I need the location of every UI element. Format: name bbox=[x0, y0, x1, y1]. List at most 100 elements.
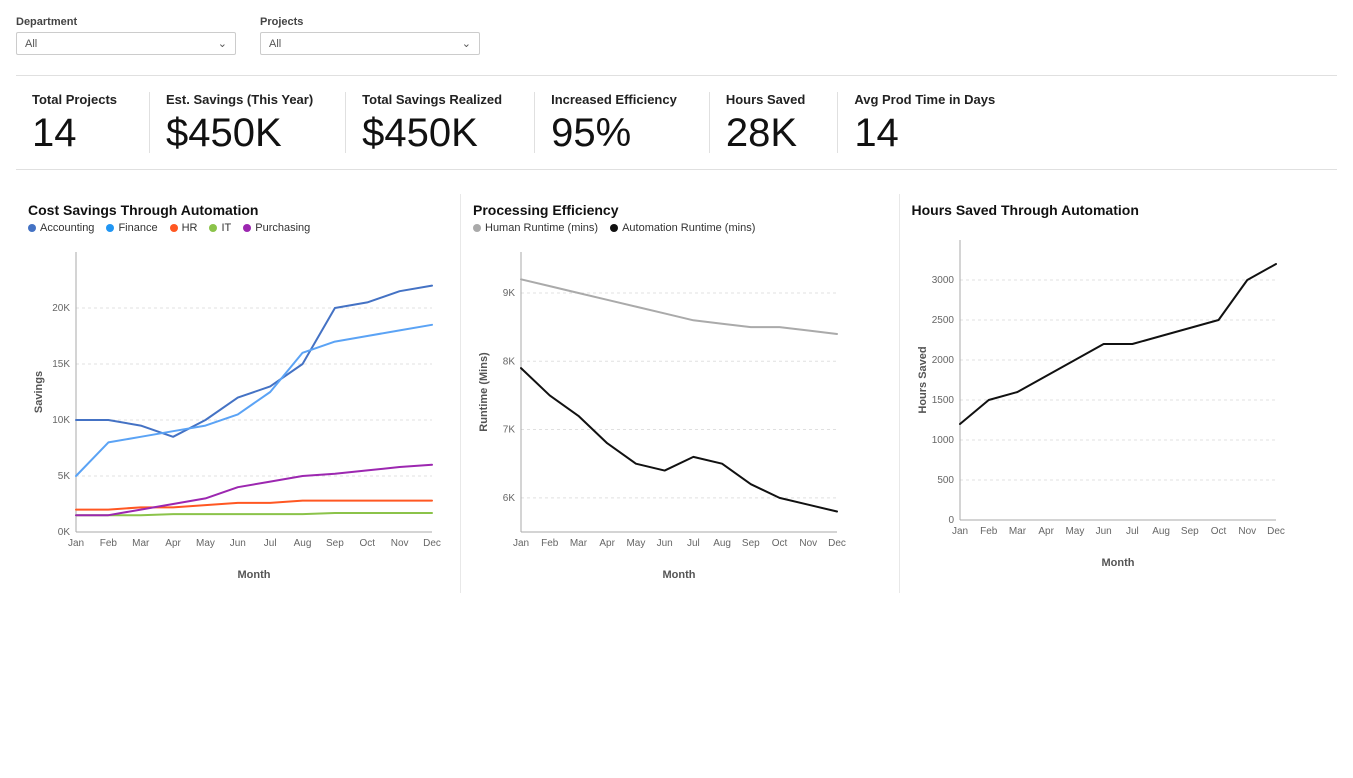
projects-filter-group: Projects All ⌄ bbox=[260, 16, 480, 55]
svg-text:Jan: Jan bbox=[951, 526, 967, 537]
svg-text:Feb: Feb bbox=[541, 538, 559, 549]
svg-text:Feb: Feb bbox=[100, 538, 118, 549]
svg-text:Jun: Jun bbox=[657, 538, 673, 549]
processing-area: 6K7K8K9KJanFebMarAprMayJunJulAugSepOctNo… bbox=[473, 242, 887, 585]
cost-savings-legend: Accounting Finance HR IT Purchasing bbox=[28, 222, 448, 234]
hours-saved-title: Hours Saved Through Automation bbox=[912, 202, 1326, 218]
svg-text:Apr: Apr bbox=[1038, 526, 1054, 537]
svg-text:Mar: Mar bbox=[570, 538, 588, 549]
kpi-label-1: Est. Savings (This Year) bbox=[166, 92, 313, 107]
legend-dot bbox=[243, 224, 251, 232]
legend-item: Human Runtime (mins) bbox=[473, 222, 598, 234]
svg-text:May: May bbox=[1065, 526, 1084, 537]
svg-text:Dec: Dec bbox=[828, 538, 846, 549]
kpi-item-0: Total Projects 14 bbox=[16, 92, 150, 153]
svg-text:Nov: Nov bbox=[391, 538, 409, 549]
legend-label: Human Runtime (mins) bbox=[485, 222, 598, 234]
svg-text:Jun: Jun bbox=[1095, 526, 1111, 537]
projects-label: Projects bbox=[260, 16, 480, 28]
cost-savings-title: Cost Savings Through Automation bbox=[28, 202, 448, 218]
processing-title: Processing Efficiency bbox=[473, 202, 887, 218]
svg-text:Jan: Jan bbox=[513, 538, 529, 549]
svg-text:Jul: Jul bbox=[687, 538, 700, 549]
svg-text:Jun: Jun bbox=[230, 538, 246, 549]
legend-item: Accounting bbox=[28, 222, 94, 234]
svg-text:6K: 6K bbox=[503, 493, 516, 504]
kpi-value-5: 14 bbox=[854, 113, 899, 153]
legend-label: Accounting bbox=[40, 222, 94, 234]
svg-text:Dec: Dec bbox=[423, 538, 441, 549]
legend-item: Purchasing bbox=[243, 222, 310, 234]
svg-text:Jul: Jul bbox=[264, 538, 277, 549]
legend-dot bbox=[209, 224, 217, 232]
svg-text:Savings: Savings bbox=[33, 371, 45, 413]
dashboard: Department All ⌄ Projects All ⌄ Total Pr… bbox=[0, 0, 1353, 778]
svg-text:Month: Month bbox=[663, 569, 696, 581]
kpi-label-5: Avg Prod Time in Days bbox=[854, 92, 995, 107]
kpi-item-1: Est. Savings (This Year) $450K bbox=[150, 92, 346, 153]
legend-label: IT bbox=[221, 222, 231, 234]
kpi-value-0: 14 bbox=[32, 113, 77, 153]
svg-text:Jul: Jul bbox=[1125, 526, 1138, 537]
svg-text:Oct: Oct bbox=[1210, 526, 1226, 537]
svg-text:Hours Saved: Hours Saved bbox=[917, 346, 929, 413]
legend-item: HR bbox=[170, 222, 198, 234]
processing-chart: Processing Efficiency Human Runtime (min… bbox=[461, 194, 900, 593]
svg-text:Month: Month bbox=[1101, 557, 1134, 569]
legend-label: HR bbox=[182, 222, 198, 234]
kpi-item-3: Increased Efficiency 95% bbox=[535, 92, 710, 153]
projects-select[interactable]: All ⌄ bbox=[260, 32, 480, 55]
charts-row: Cost Savings Through Automation Accounti… bbox=[16, 194, 1337, 593]
svg-text:May: May bbox=[626, 538, 645, 549]
legend-label: Purchasing bbox=[255, 222, 310, 234]
hours-saved-area: 050010001500200025003000JanFebMarAprMayJ… bbox=[912, 230, 1326, 573]
svg-text:Aug: Aug bbox=[713, 538, 731, 549]
svg-text:Oct: Oct bbox=[772, 538, 788, 549]
svg-text:1000: 1000 bbox=[931, 435, 954, 446]
svg-text:0: 0 bbox=[948, 515, 954, 526]
cost-savings-area: 0K5K10K15K20KJanFebMarAprMayJunJulAugSep… bbox=[28, 242, 448, 585]
hours-saved-chart: Hours Saved Through Automation 0 500 1000 1… bbox=[900, 194, 1338, 593]
legend-item: Finance bbox=[106, 222, 157, 234]
svg-text:Month: Month bbox=[238, 569, 271, 581]
department-select[interactable]: All ⌄ bbox=[16, 32, 236, 55]
legend-dot bbox=[106, 224, 114, 232]
svg-text:Sep: Sep bbox=[326, 538, 344, 549]
kpi-item-4: Hours Saved 28K bbox=[710, 92, 838, 153]
svg-text:May: May bbox=[196, 538, 215, 549]
svg-text:7K: 7K bbox=[503, 425, 516, 436]
projects-chevron-icon: ⌄ bbox=[462, 37, 471, 50]
kpi-item-5: Avg Prod Time in Days 14 bbox=[838, 92, 1027, 153]
svg-text:Feb: Feb bbox=[980, 526, 998, 537]
legend-dot bbox=[28, 224, 36, 232]
legend-dot bbox=[473, 224, 481, 232]
svg-text:20K: 20K bbox=[52, 303, 70, 314]
svg-text:9K: 9K bbox=[503, 288, 516, 299]
legend-label: Finance bbox=[118, 222, 157, 234]
kpi-label-0: Total Projects bbox=[32, 92, 117, 107]
svg-text:1500: 1500 bbox=[931, 395, 954, 406]
svg-text:3000: 3000 bbox=[931, 275, 954, 286]
svg-text:2500: 2500 bbox=[931, 315, 954, 326]
processing-legend: Human Runtime (mins) Automation Runtime (… bbox=[473, 222, 887, 234]
legend-dot bbox=[610, 224, 618, 232]
svg-text:Nov: Nov bbox=[799, 538, 817, 549]
svg-text:0K: 0K bbox=[58, 527, 71, 538]
legend-item: IT bbox=[209, 222, 231, 234]
svg-text:Dec: Dec bbox=[1267, 526, 1285, 537]
kpi-value-1: $450K bbox=[166, 113, 282, 153]
department-value: All bbox=[25, 38, 37, 50]
svg-text:2000: 2000 bbox=[931, 355, 954, 366]
kpi-label-2: Total Savings Realized bbox=[362, 92, 502, 107]
svg-text:Apr: Apr bbox=[165, 538, 181, 549]
svg-text:8K: 8K bbox=[503, 356, 516, 367]
kpi-value-3: 95% bbox=[551, 113, 631, 153]
legend-item: Automation Runtime (mins) bbox=[610, 222, 755, 234]
filters-row: Department All ⌄ Projects All ⌄ bbox=[16, 16, 1337, 55]
svg-text:Mar: Mar bbox=[132, 538, 150, 549]
svg-text:5K: 5K bbox=[58, 471, 71, 482]
legend-dot bbox=[170, 224, 178, 232]
svg-text:Aug: Aug bbox=[1152, 526, 1170, 537]
svg-text:15K: 15K bbox=[52, 359, 70, 370]
svg-text:500: 500 bbox=[937, 475, 954, 486]
